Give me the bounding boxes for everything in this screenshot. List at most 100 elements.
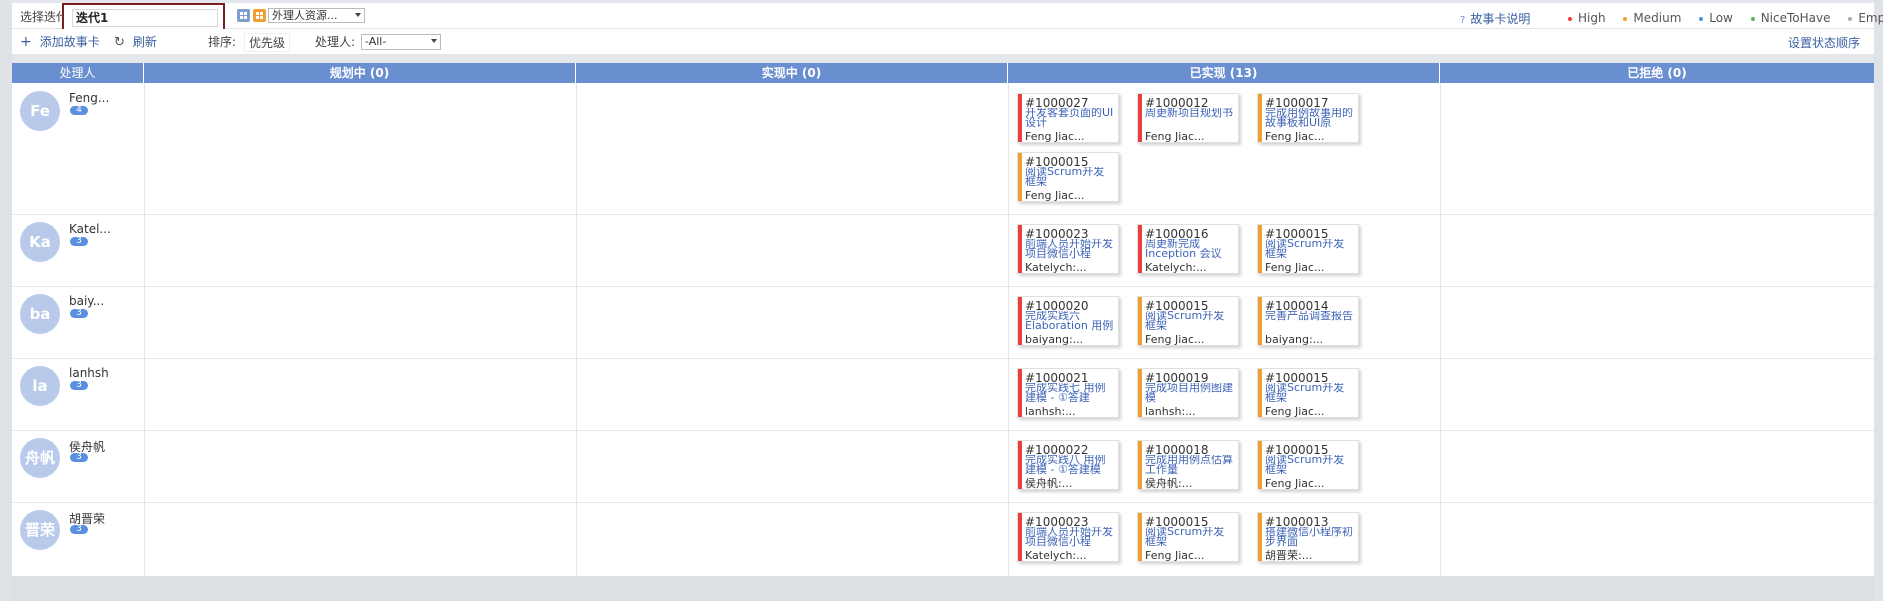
high-dot-icon <box>1568 16 1572 21</box>
sort-select[interactable]: 优先级 <box>244 33 291 52</box>
story-card[interactable]: #1000013 搭建微信小程序初步界面 胡晋荣:... <box>1257 512 1359 562</box>
priority-bar <box>1138 513 1142 561</box>
left-frame <box>0 0 12 601</box>
legend-low: Low <box>1699 11 1733 25</box>
legend-nicetohave: NiceToHave <box>1750 11 1831 25</box>
card-title[interactable]: 阅读Scrum开发框架 <box>1145 527 1235 547</box>
kanban-board: 处理人 规划中 (0) 实现中 (0) 已实现 (13) 已拒绝 (0) Fe F… <box>12 63 1874 576</box>
col-header-done: 已实现 (13) <box>1008 63 1440 83</box>
card-title[interactable]: 搭建微信小程序初步界面 <box>1265 527 1355 547</box>
card-title[interactable]: 完善产品调查报告 <box>1265 311 1355 331</box>
refresh-icon: ↻ <box>114 35 125 50</box>
card-owner: Feng Jiac... <box>1265 405 1325 418</box>
resource-select[interactable]: 外理人资源... <box>268 8 365 23</box>
col-header-planning: 规划中 (0) <box>144 63 576 83</box>
story-card[interactable]: #1000012 周更新项目规划书 Feng Jiac... <box>1137 93 1239 143</box>
story-card[interactable]: #1000021 完成实践七 用例建模 - ①答建 lanhsh:... <box>1017 368 1119 418</box>
priority-bar <box>1138 441 1142 489</box>
card-count-badge: 3 <box>70 381 88 390</box>
card-title[interactable]: 完成用用例点估算工作量 <box>1145 455 1235 475</box>
chevron-down-icon <box>431 39 437 43</box>
story-card[interactable]: #1000019 完成项目用例图建模 lanhsh:... <box>1137 368 1239 418</box>
card-title[interactable]: 完成实践八 用例建模 - ①答建模 <box>1025 455 1115 475</box>
card-title[interactable]: 周更新项目规划书 <box>1145 108 1235 128</box>
story-card[interactable]: #1000015 阅读Scrum开发框架 Feng Jiac... <box>1257 440 1359 490</box>
story-card[interactable]: #1000015 阅读Scrum开发框架 Feng Jiac... <box>1137 296 1239 346</box>
card-owner: Katelych:... <box>1145 261 1207 274</box>
legend-empty-label: Empty <box>1858 11 1883 25</box>
iteration-input[interactable]: 迭代1 <box>72 9 218 27</box>
card-title[interactable]: 阅读Scrum开发框架 <box>1025 167 1115 187</box>
assignee-name[interactable]: Feng... <box>69 91 109 105</box>
assignee-name[interactable]: Katel... <box>69 222 111 236</box>
assignee-select[interactable]: -All- <box>361 34 441 50</box>
card-count-badge: 4 <box>70 106 88 115</box>
story-card-help-label: 故事卡说明 <box>1470 12 1531 26</box>
story-card[interactable]: #1000015 阅读Scrum开发框架 Feng Jiac... <box>1137 512 1239 562</box>
grid-view-icon[interactable] <box>237 9 250 22</box>
assignee-name[interactable]: baiy... <box>69 294 104 308</box>
add-story-card-button[interactable]: + 添加故事卡 <box>20 33 100 50</box>
help-icon: ? <box>1460 15 1466 26</box>
row-divider <box>12 286 1874 287</box>
priority-legend: High Medium Low NiceToHave Empty <box>1568 11 1883 25</box>
card-title[interactable]: 开发客套页面的UI设计 <box>1025 108 1115 128</box>
card-count-badge: 3 <box>70 309 88 318</box>
story-card[interactable]: #1000017 完成用例故事用的故事板和UI原 Feng Jiac... <box>1257 93 1359 143</box>
story-card[interactable]: #1000015 阅读Scrum开发框架 Feng Jiac... <box>1257 224 1359 274</box>
story-card[interactable]: #1000022 完成实践八 用例建模 - ①答建模 侯舟帆:... <box>1017 440 1119 490</box>
story-card[interactable]: #1000023 前端人员开始开发项目微信小程 Katelych:... <box>1017 512 1119 562</box>
assignee-name[interactable]: lanhsh <box>69 366 109 380</box>
story-card[interactable]: #1000015 阅读Scrum开发框架 Feng Jiac... <box>1257 368 1359 418</box>
card-title[interactable]: 前端人员开始开发项目微信小程 <box>1025 527 1115 547</box>
priority-bar <box>1258 513 1262 561</box>
set-status-order-link[interactable]: 设置状态顺序 <box>1788 34 1860 51</box>
resource-select-value: 外理人资源... <box>272 9 338 22</box>
story-card[interactable]: #1000027 开发客套页面的UI设计 Feng Jiac... <box>1017 93 1119 143</box>
story-card[interactable]: #1000020 完成实践六 Elaboration 用例 baiyang:... <box>1017 296 1119 346</box>
card-title[interactable]: 完成用例故事用的故事板和UI原 <box>1265 108 1355 128</box>
card-owner: Feng Jiac... <box>1145 333 1205 346</box>
card-count-badge: 3 <box>70 525 88 534</box>
priority-bar <box>1018 513 1022 561</box>
avatar: Fe <box>20 91 60 131</box>
card-title[interactable]: 阅读Scrum开发框架 <box>1145 311 1235 331</box>
story-card[interactable]: #1000015 阅读Scrum开发框架 Feng Jiac... <box>1017 152 1119 202</box>
priority-bar <box>1258 94 1262 142</box>
row-divider <box>12 430 1874 431</box>
card-count-badge: 3 <box>70 237 88 246</box>
card-owner: Katelych:... <box>1025 261 1087 274</box>
story-card[interactable]: #1000018 完成用用例点估算工作量 侯舟帆:... <box>1137 440 1239 490</box>
board-header: 处理人 规划中 (0) 实现中 (0) 已实现 (13) 已拒绝 (0) <box>12 63 1874 83</box>
top-toolbar: 选择迭代: 迭代1 外理人资源... ? 故事卡说明 High Medium Lo… <box>12 3 1883 32</box>
avatar: 舟帆 <box>20 438 60 478</box>
card-title[interactable]: 阅读Scrum开发框架 <box>1265 239 1355 259</box>
card-title[interactable]: 前端人员开始开发项目微信小程 <box>1025 239 1115 259</box>
story-card[interactable]: #1000016 周更新完成Inception 会议 Katelych:... <box>1137 224 1239 274</box>
avatar: ba <box>20 294 60 334</box>
plus-icon: + <box>20 34 32 50</box>
priority-bar <box>1138 369 1142 417</box>
legend-high: High <box>1568 11 1606 25</box>
priority-bar <box>1018 441 1022 489</box>
card-title[interactable]: 阅读Scrum开发框架 <box>1265 455 1355 475</box>
chevron-down-icon <box>355 13 361 17</box>
legend-empty: Empty <box>1848 11 1883 25</box>
medium-dot-icon <box>1623 16 1628 21</box>
story-card-help-link[interactable]: ? 故事卡说明 <box>1460 10 1530 27</box>
list-view-icon[interactable] <box>253 9 266 22</box>
card-title[interactable]: 周更新完成Inception 会议 <box>1145 239 1235 259</box>
card-title[interactable]: 阅读Scrum开发框架 <box>1265 383 1355 403</box>
priority-bar <box>1258 225 1262 273</box>
card-title[interactable]: 完成项目用例图建模 <box>1145 383 1235 403</box>
card-owner: Feng Jiac... <box>1145 130 1205 143</box>
story-card[interactable]: #1000023 前端人员开始开发项目微信小程 Katelych:... <box>1017 224 1119 274</box>
low-dot-icon <box>1699 16 1704 21</box>
action-toolbar: + 添加故事卡 ↻ 刷新 排序: 优先级 处理人: -All- 设置状态顺序 <box>12 29 1874 54</box>
card-owner: Feng Jiac... <box>1265 261 1325 274</box>
card-title[interactable]: 完成实践七 用例建模 - ①答建 <box>1025 383 1115 403</box>
card-title[interactable]: 完成实践六 Elaboration 用例 <box>1025 311 1115 331</box>
story-card[interactable]: #1000014 完善产品调查报告 baiyang:... <box>1257 296 1359 346</box>
refresh-button[interactable]: ↻ 刷新 <box>114 33 157 50</box>
priority-bar <box>1138 94 1142 142</box>
